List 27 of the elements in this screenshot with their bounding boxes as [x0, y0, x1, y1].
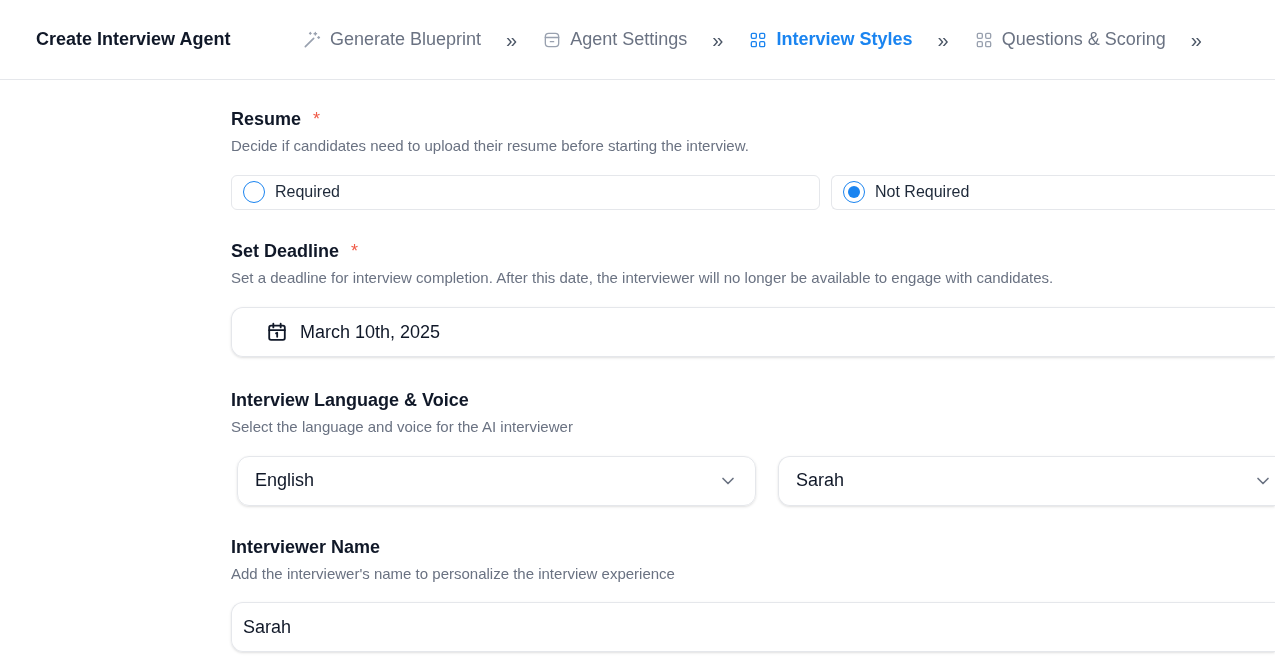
chevron-separator: » — [937, 27, 949, 53]
section-description: Set a deadline for interview completion. After this date, the interviewer will no longer be available to engage with candidates. — [231, 267, 1055, 288]
magic-wand-icon — [302, 29, 322, 50]
chevron-separator: » — [712, 27, 724, 53]
section-title: Set Deadline — [231, 239, 340, 263]
radio-option[interactable]: Not Required — [831, 174, 1275, 210]
section-description: Select the language and voice for the AI interviewer — [231, 417, 574, 437]
required-mark: * — [313, 108, 321, 131]
section-description: Decide if candidates need to upload their resume before starting the interview. — [231, 136, 750, 156]
name-input-field[interactable]: Sarah — [231, 602, 1275, 652]
required-mark: * — [351, 239, 359, 263]
page-title: Create Interview Agent — [36, 28, 232, 51]
section-title: Interviewer Name — [231, 535, 381, 559]
step-tab[interactable]: Agent Settings — [542, 26, 688, 53]
section-description: Add the interviewer's name to personalize the interview experience — [231, 563, 676, 584]
chevron-separator: » — [1190, 27, 1202, 53]
step-tab[interactable]: Questions & Scoring — [973, 26, 1166, 53]
voice-select[interactable]: Sarah — [778, 455, 1275, 506]
date-field[interactable]: March 10th, 2025 — [231, 307, 1275, 357]
step-tab[interactable]: Generate Blueprint — [302, 26, 482, 53]
language-select[interactable]: English — [237, 455, 756, 506]
calendar-icon — [266, 321, 288, 343]
step-tab[interactable]: Interview Styles — [748, 26, 913, 53]
radio-option[interactable]: Required — [231, 174, 820, 210]
chevron-separator: » — [506, 27, 518, 53]
section-title: Resume — [231, 108, 302, 131]
section-title: Interview Language & Voice — [231, 389, 469, 412]
